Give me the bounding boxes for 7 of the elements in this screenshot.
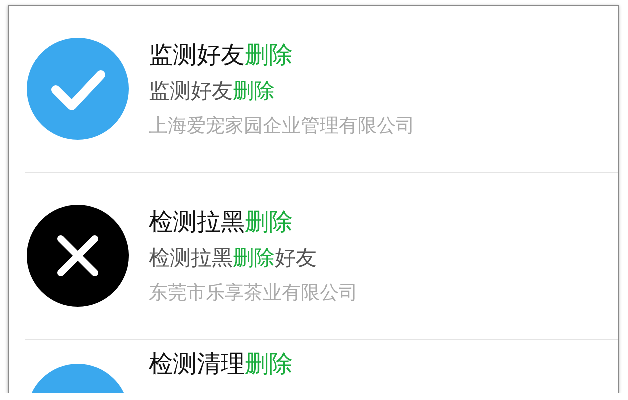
item-title: 监测好友删除: [149, 40, 294, 70]
item-title: 检测拉黑删除: [149, 208, 294, 236]
item-title: 检测清理删除: [149, 350, 293, 380]
company-name: 东莞市乐享茶业有限公司: [149, 282, 358, 304]
item-subtitle: 检测拉黑删除好友: [149, 246, 318, 272]
item-subtitle: 监测好友删除: [149, 79, 276, 105]
company-name: 上海爱宠家园企业管理有限公司: [149, 114, 415, 138]
